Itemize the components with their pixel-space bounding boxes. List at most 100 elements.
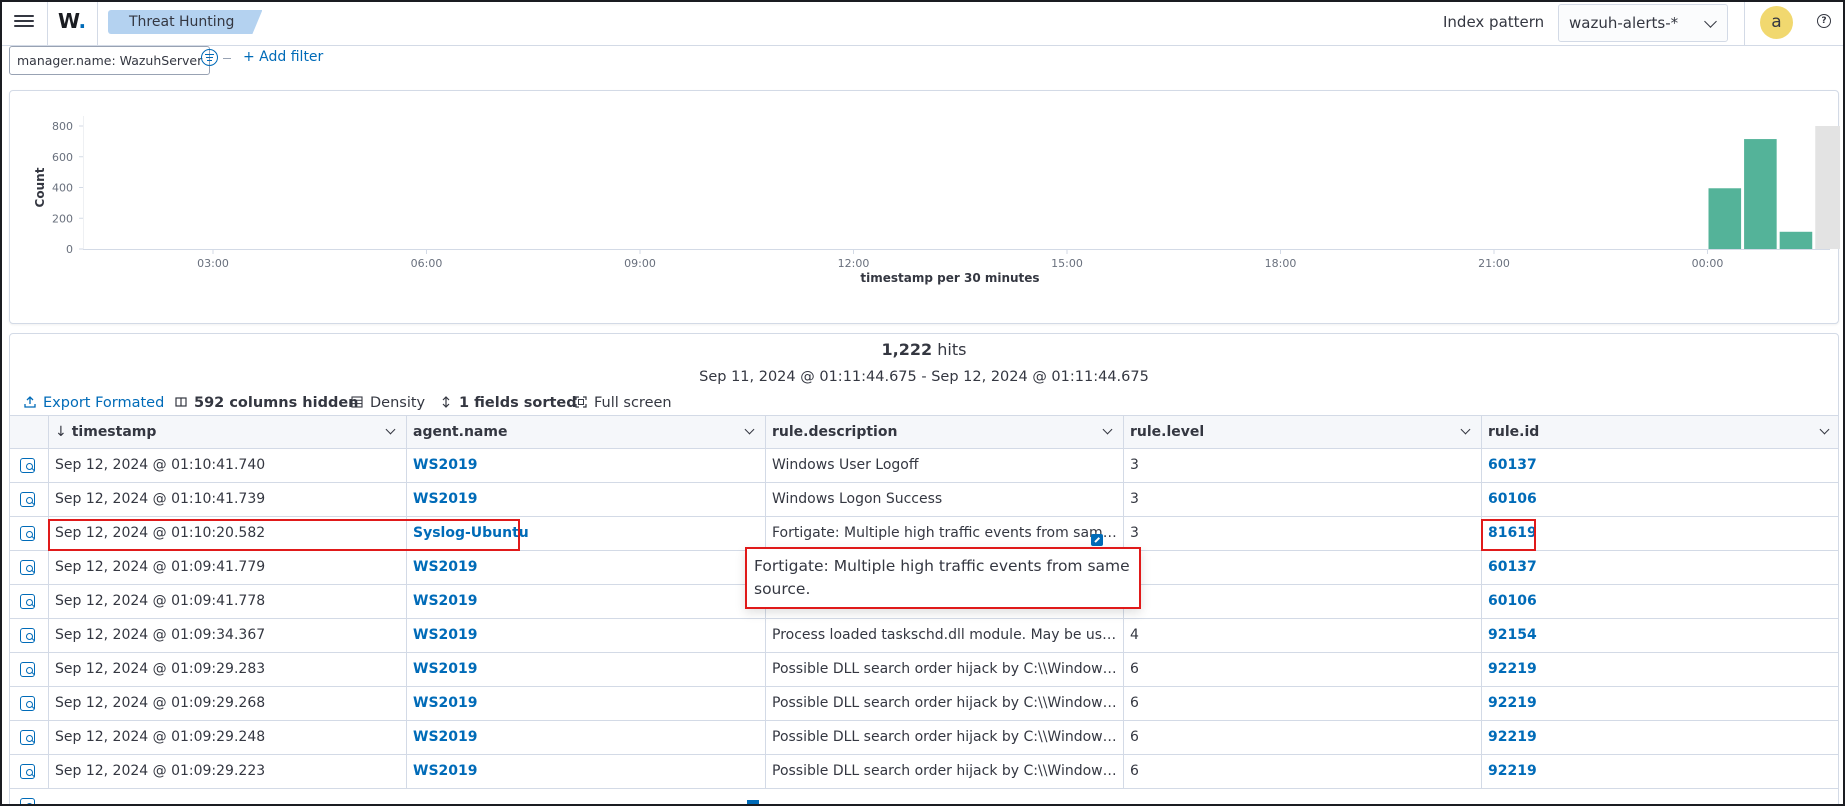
cell-rule-id[interactable]: 81619: [1481, 517, 1838, 551]
cell-agent-name[interactable]: WS2019: [406, 551, 765, 585]
table-row[interactable]: Sep 12, 2024 @ 01:09:29.223 WS2019 Possibl…: [10, 755, 1838, 789]
chevron-down-icon[interactable]: [1819, 424, 1830, 435]
breadcrumb-threat-hunting[interactable]: Threat Hunting: [108, 10, 262, 34]
table-row[interactable]: Sep 12, 2024 @ 01:09:29.248 WS2019 Possibl…: [10, 721, 1838, 755]
cell-timestamp[interactable]: Sep 12, 2024 @ 01:09:41.779: [48, 551, 406, 585]
cell-agent-name[interactable]: WS2019: [406, 687, 765, 721]
table-row[interactable]: Sep 12, 2024 @ 01:10:41.739 WS2019 Windows…: [10, 483, 1838, 517]
expand-cell-icon[interactable]: [1091, 534, 1103, 546]
cell-timestamp[interactable]: Sep 12, 2024 @ 01:09:29.268: [48, 687, 406, 721]
filter-options-icon[interactable]: [201, 49, 218, 66]
chevron-down-icon[interactable]: [744, 424, 755, 435]
cell-agent-name[interactable]: WS2019: [406, 619, 765, 653]
y-tick-label: 400: [52, 182, 73, 195]
cell-agent-name[interactable]: WS2019: [406, 721, 765, 755]
cell-timestamp[interactable]: Sep 12, 2024 @ 01:10:20.582: [48, 517, 406, 551]
table-row[interactable]: Sep 12, 2024 @ 01:10:20.582 Syslog-Ubuntu…: [10, 517, 1838, 551]
column-header-timestamp[interactable]: ↓ timestamp: [48, 416, 406, 450]
cell-rule-level[interactable]: 6: [1123, 653, 1481, 687]
density-button[interactable]: Density: [351, 390, 425, 416]
menu-icon[interactable]: [14, 12, 34, 32]
inspect-document-icon[interactable]: [20, 764, 35, 779]
inspect-document-icon[interactable]: [20, 458, 35, 473]
app-logo[interactable]: W.: [58, 9, 86, 33]
inspect-document-icon[interactable]: [20, 492, 35, 507]
cell-rule-id[interactable]: 92154: [1481, 619, 1838, 653]
cell-timestamp[interactable]: Sep 12, 2024 @ 01:09:29.248: [48, 721, 406, 755]
cell-rule-description[interactable]: Possible DLL search order hijack by C:\\…: [765, 755, 1123, 789]
inspect-document-icon[interactable]: [20, 526, 35, 541]
cell-rule-description[interactable]: Possible DLL search order hijack by C:\\…: [765, 721, 1123, 755]
chevron-down-icon[interactable]: [1460, 424, 1471, 435]
cell-rule-level[interactable]: 6: [1123, 721, 1481, 755]
inspect-document-icon[interactable]: [20, 594, 35, 609]
cell-timestamp[interactable]: Sep 12, 2024 @ 01:09:29.283: [48, 653, 406, 687]
column-header-rule-description[interactable]: rule.description: [765, 416, 1123, 450]
cell-rule-id[interactable]: 60137: [1481, 449, 1838, 483]
cell-rule-level[interactable]: [1123, 551, 1481, 585]
filter-pill-manager-name[interactable]: manager.name: WazuhServer: [9, 46, 211, 75]
column-header-agent-name[interactable]: agent.name: [406, 416, 765, 450]
column-header-rule-level[interactable]: rule.level: [1123, 416, 1481, 450]
cell-rule-level[interactable]: 6: [1123, 687, 1481, 721]
cell-rule-level[interactable]: 3: [1123, 449, 1481, 483]
cell-timestamp[interactable]: Sep 12, 2024 @ 01:10:41.740: [48, 449, 406, 483]
cell-rule-description[interactable]: Possible DLL search order hijack by C:\\…: [765, 687, 1123, 721]
cell-timestamp[interactable]: Sep 12, 2024 @ 01:09:29.223: [48, 755, 406, 789]
add-filter-button[interactable]: + Add filter: [243, 49, 323, 65]
chevron-down-icon[interactable]: [1102, 424, 1113, 435]
row-control-cell: [10, 653, 48, 687]
cell-rule-id[interactable]: 92219: [1481, 653, 1838, 687]
cell-rule-description[interactable]: Windows User Logoff: [765, 449, 1123, 483]
table-row[interactable]: Sep 12, 2024 @ 01:09:29.268 WS2019 Possibl…: [10, 687, 1838, 721]
cell-agent-name[interactable]: WS2019: [406, 449, 765, 483]
cell-timestamp[interactable]: Sep 12, 2024 @ 01:09:41.778: [48, 585, 406, 619]
cell-rule-id[interactable]: 60106: [1481, 483, 1838, 517]
columns-hidden-button[interactable]: 592 columns hidden: [175, 390, 358, 416]
x-axis-label: timestamp per 30 minutes: [860, 271, 1039, 285]
cell-agent-name[interactable]: WS2019: [406, 653, 765, 687]
cell-rule-level[interactable]: [1123, 585, 1481, 619]
table-row[interactable]: Sep 12, 2024 @ 01:09:29.283 WS2019 Possibl…: [10, 653, 1838, 687]
cell-rule-level[interactable]: 3: [1123, 483, 1481, 517]
full-screen-button[interactable]: Full screen: [575, 390, 672, 416]
cell-timestamp[interactable]: Sep 12, 2024 @ 01:09:34.367: [48, 619, 406, 653]
cell-rule-description[interactable]: Fortigate: Multiple high traffic events …: [765, 517, 1123, 551]
user-avatar[interactable]: a: [1760, 6, 1793, 39]
inspect-document-icon[interactable]: [20, 798, 35, 805]
inspect-document-icon[interactable]: [20, 662, 35, 677]
inspect-document-icon[interactable]: [20, 628, 35, 643]
cell-agent-name[interactable]: WS2019: [406, 483, 765, 517]
inspect-document-icon[interactable]: [20, 696, 35, 711]
cell-rule-id[interactable]: 92219: [1481, 687, 1838, 721]
cell-rule-description[interactable]: Windows Logon Success: [765, 483, 1123, 517]
inspect-document-icon[interactable]: [20, 730, 35, 745]
help-icon[interactable]: ?: [1817, 14, 1831, 28]
table-row[interactable]: Sep 12, 2024 @ 01:09:34.367 WS2019 Process…: [10, 619, 1838, 653]
fields-sorted-button[interactable]: 1 fields sorted: [440, 390, 577, 416]
cell-rule-id[interactable]: 60106: [1481, 585, 1838, 619]
cell-rule-id[interactable]: 92219: [1481, 721, 1838, 755]
column-header-rule-id[interactable]: rule.id: [1481, 416, 1838, 450]
cell-rule-description[interactable]: Possible DLL search order hijack by C:\\…: [765, 653, 1123, 687]
index-pattern-select[interactable]: wazuh-alerts-*: [1558, 4, 1728, 42]
cell-timestamp[interactable]: Sep 12, 2024 @ 01:10:41.739: [48, 483, 406, 517]
cell-rule-level[interactable]: 6: [1123, 755, 1481, 789]
cell-agent-name[interactable]: WS2019: [406, 755, 765, 789]
cell-agent-name[interactable]: WS2019: [406, 585, 765, 619]
table-row-partial: [10, 789, 1838, 805]
cell-rule-level[interactable]: 3: [1123, 517, 1481, 551]
table-row[interactable]: Sep 12, 2024 @ 01:10:41.740 WS2019 Windows…: [10, 449, 1838, 483]
cell-rule-description[interactable]: Process loaded taskschd.dll module. May …: [765, 619, 1123, 653]
chevron-down-icon[interactable]: [385, 424, 396, 435]
histogram-bar: [1708, 188, 1742, 249]
row-control-cell: [10, 517, 48, 551]
cell-agent-name[interactable]: Syslog-Ubuntu: [406, 517, 765, 551]
cell-rule-id[interactable]: 60137: [1481, 551, 1838, 585]
histogram-bar: [1744, 139, 1777, 249]
cell-rule-id[interactable]: 92219: [1481, 755, 1838, 789]
inspect-document-icon[interactable]: [20, 560, 35, 575]
export-formatted-button[interactable]: Export Formated: [24, 390, 164, 416]
cell-rule-level[interactable]: 4: [1123, 619, 1481, 653]
expand-cell-icon[interactable]: [747, 800, 759, 806]
